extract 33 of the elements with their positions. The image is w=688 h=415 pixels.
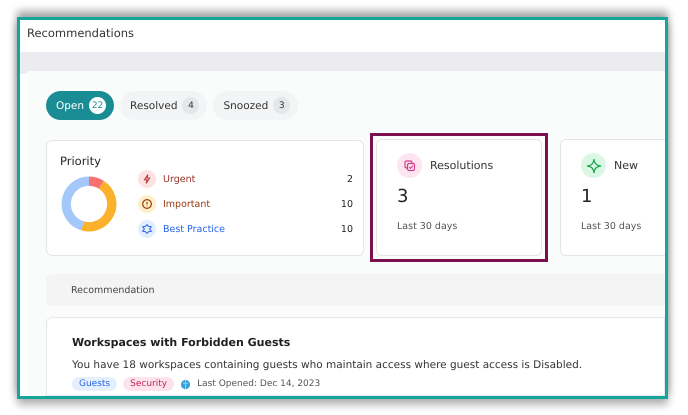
sparkle-icon xyxy=(581,153,606,178)
priority-count: 10 xyxy=(340,224,353,234)
stat-title: Resolutions xyxy=(430,159,494,172)
priority-icon xyxy=(138,220,156,238)
table-header: Recommendation xyxy=(46,274,665,306)
window-title: Recommendations xyxy=(26,25,136,42)
checked-squares-icon xyxy=(397,153,422,178)
filter-tab[interactable]: Resolved 4 xyxy=(120,91,208,120)
priority-icon xyxy=(138,195,156,213)
stat-value: 3 xyxy=(397,186,410,207)
filter-tab[interactable]: Open 22 xyxy=(46,91,114,120)
count-badge: 4 xyxy=(182,97,200,114)
recommendation-description: You have 18 workspaces containing guests who maintain access where guest access is Disabled. xyxy=(72,359,584,371)
stat-period: Last 30 days xyxy=(581,221,642,232)
card-title: Priority xyxy=(60,154,102,168)
priority-label: Urgent xyxy=(163,174,196,184)
recommendation-card[interactable]: Workspaces with Forbidden Guests You have 18 workspaces containing guests who maintain access where guest access is Disabled. Guests Security Last Opened: Dec 14, 2023 xyxy=(46,317,665,396)
stat-title: New xyxy=(614,159,638,172)
priority-icon xyxy=(138,170,156,188)
priority-label: Important xyxy=(163,198,212,210)
tag: Security xyxy=(123,377,174,391)
priority-count: 2 xyxy=(346,174,353,184)
globe-icon xyxy=(180,378,192,390)
priority-label: Best Practice xyxy=(163,224,226,234)
tag: Guests xyxy=(72,377,118,391)
stat-period: Last 30 days xyxy=(397,221,458,232)
last-opened: Last Opened: Dec 14, 2023 xyxy=(197,379,320,389)
stat-value: 1 xyxy=(581,186,594,207)
filter-tab[interactable]: Snoozed 3 xyxy=(213,91,298,120)
recommendation-title: Workspaces with Forbidden Guests xyxy=(72,336,292,349)
count-badge: 3 xyxy=(273,97,290,114)
count-badge: 22 xyxy=(89,97,106,114)
priority-count: 10 xyxy=(340,198,353,210)
